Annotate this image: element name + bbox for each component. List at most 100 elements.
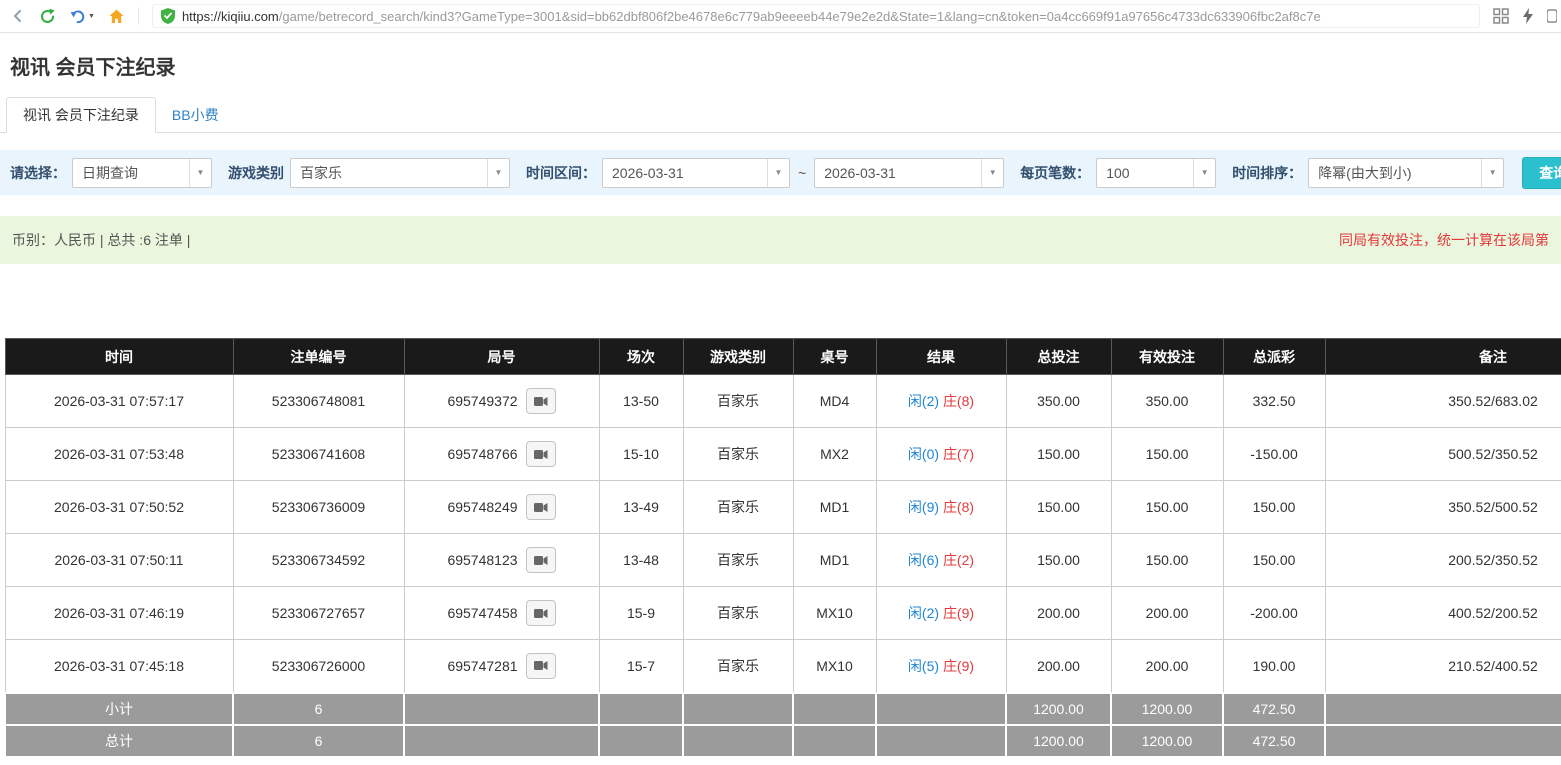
page-title: 视讯 会员下注纪录	[10, 51, 1561, 80]
round-number: 695748249	[447, 499, 517, 515]
summary-payout: 472.50	[1223, 693, 1325, 725]
player-result: 闲(2)	[908, 605, 939, 621]
column-header-bet-id: 注单编号	[233, 339, 404, 375]
cell-bet-id: 523306734592	[233, 534, 404, 587]
chevron-down-icon[interactable]: ▼	[981, 159, 1003, 187]
records-table: 时间 注单编号 局号 场次 游戏类别 桌号 结果 总投注 有效投注 总派彩 备注…	[4, 338, 1561, 758]
round-number: 695748766	[447, 446, 517, 462]
cell-bet-id: 523306736009	[233, 481, 404, 534]
lightning-icon[interactable]	[1522, 8, 1534, 24]
range-separator: ~	[798, 165, 806, 181]
cell-session: 15-7	[599, 640, 683, 693]
cell-total-bet: 150.00	[1006, 428, 1111, 481]
undo-dropdown-caret[interactable]: ▼	[88, 13, 95, 20]
cell-session: 13-49	[599, 481, 683, 534]
cell-valid-bet: 150.00	[1111, 481, 1223, 534]
cell-session: 15-10	[599, 428, 683, 481]
game-type-value: 百家乐	[291, 163, 487, 183]
chevron-down-icon[interactable]: ▼	[1193, 159, 1215, 187]
home-icon[interactable]	[108, 8, 125, 25]
round-number: 695748123	[447, 552, 517, 568]
total-row: 总计61200.001200.00472.50	[5, 725, 1561, 757]
query-type-select[interactable]: 日期查询 ▼	[72, 158, 212, 188]
query-type-label: 请选择：	[10, 163, 66, 183]
video-replay-button[interactable]	[526, 441, 556, 467]
banker-result: 庄(9)	[943, 605, 974, 621]
apps-grid-icon[interactable]	[1493, 8, 1509, 24]
cell-result: 闲(2) 庄(9)	[876, 587, 1006, 640]
round-group: 695748123	[409, 547, 595, 573]
summary-empty-cell	[876, 693, 1006, 725]
player-result: 闲(5)	[908, 658, 939, 674]
table-row: 2026-03-31 07:53:48523306741608695748766…	[5, 428, 1561, 481]
video-replay-button[interactable]	[526, 388, 556, 414]
table-header-row: 时间 注单编号 局号 场次 游戏类别 桌号 结果 总投注 有效投注 总派彩 备注	[5, 339, 1561, 375]
game-type-select[interactable]: 百家乐 ▼	[290, 158, 510, 188]
player-result: 闲(6)	[908, 552, 939, 568]
cell-total-bet: 350.00	[1006, 375, 1111, 428]
page-size-label: 每页笔数：	[1020, 163, 1090, 183]
cell-valid-bet: 150.00	[1111, 534, 1223, 587]
cell-time: 2026-03-31 07:46:19	[5, 587, 233, 640]
cell-game-type: 百家乐	[683, 587, 793, 640]
chevron-down-icon[interactable]: ▼	[1481, 159, 1503, 187]
round-group: 695747458	[409, 600, 595, 626]
cell-bet-id: 523306748081	[233, 375, 404, 428]
cell-bet-id: 523306727657	[233, 587, 404, 640]
page-size-value: 100	[1097, 165, 1193, 181]
video-replay-button[interactable]	[526, 653, 556, 679]
round-group: 695748766	[409, 441, 595, 467]
cell-game-type: 百家乐	[683, 640, 793, 693]
undo-icon[interactable]: ▼	[69, 8, 95, 25]
cell-note: 200.52/350.52	[1325, 534, 1561, 587]
cell-note: 500.52/350.52	[1325, 428, 1561, 481]
summary-empty-cell	[1325, 693, 1561, 725]
address-bar[interactable]: https://kiqiiu.com/game/betrecord_search…	[152, 4, 1480, 28]
date-from-input[interactable]: 2026-03-31 ▼	[602, 158, 790, 188]
refresh-icon[interactable]	[39, 8, 56, 25]
column-header-note: 备注	[1325, 339, 1561, 375]
tab-bet-records[interactable]: 视讯 会员下注纪录	[6, 97, 156, 133]
cell-round: 695749372	[404, 375, 599, 428]
cell-bet-id: 523306741608	[233, 428, 404, 481]
table-row: 2026-03-31 07:45:18523306726000695747281…	[5, 640, 1561, 693]
browser-toolbar: ▼ https://kiqiiu.com/game/betrecord_sear…	[0, 0, 1561, 33]
cell-valid-bet: 200.00	[1111, 640, 1223, 693]
back-icon[interactable]	[10, 8, 26, 24]
cell-result: 闲(9) 庄(8)	[876, 481, 1006, 534]
shield-icon	[161, 8, 175, 24]
cell-round: 695748766	[404, 428, 599, 481]
date-to-input[interactable]: 2026-03-31 ▼	[814, 158, 1004, 188]
page-size-select[interactable]: 100 ▼	[1096, 158, 1216, 188]
banker-result: 庄(7)	[943, 446, 974, 462]
chevron-down-icon[interactable]: ▼	[767, 159, 789, 187]
banker-result: 庄(8)	[943, 393, 974, 409]
summary-empty-cell	[404, 725, 599, 757]
summary-valid-bet: 1200.00	[1111, 693, 1223, 725]
video-replay-button[interactable]	[526, 600, 556, 626]
banker-result: 庄(2)	[943, 552, 974, 568]
cell-game-type: 百家乐	[683, 375, 793, 428]
video-replay-button[interactable]	[526, 547, 556, 573]
currency-summary: 币别：人民币 | 总共 :6 注单 |	[12, 230, 190, 250]
cell-session: 13-48	[599, 534, 683, 587]
cell-result: 闲(0) 庄(7)	[876, 428, 1006, 481]
date-from-value: 2026-03-31	[603, 165, 767, 181]
summary-payout: 472.50	[1223, 725, 1325, 757]
tab-bb-tips[interactable]: BB小费	[156, 98, 235, 132]
chevron-down-icon[interactable]: ▼	[487, 159, 509, 187]
sort-order-select[interactable]: 降幂(由大到小) ▼	[1308, 158, 1504, 188]
column-header-payout: 总派彩	[1223, 339, 1325, 375]
table-row: 2026-03-31 07:46:19523306727657695747458…	[5, 587, 1561, 640]
chevron-down-icon[interactable]: ▼	[189, 159, 211, 187]
column-header-session: 场次	[599, 339, 683, 375]
cell-total-bet: 150.00	[1006, 481, 1111, 534]
clipped-icon[interactable]	[1547, 8, 1557, 24]
cell-payout: -200.00	[1223, 587, 1325, 640]
cell-table-no: MX2	[793, 428, 876, 481]
cell-table-no: MX10	[793, 640, 876, 693]
cell-note: 350.52/500.52	[1325, 481, 1561, 534]
video-replay-button[interactable]	[526, 494, 556, 520]
toolbar-divider	[138, 7, 139, 25]
search-button[interactable]: 查询	[1522, 157, 1561, 189]
